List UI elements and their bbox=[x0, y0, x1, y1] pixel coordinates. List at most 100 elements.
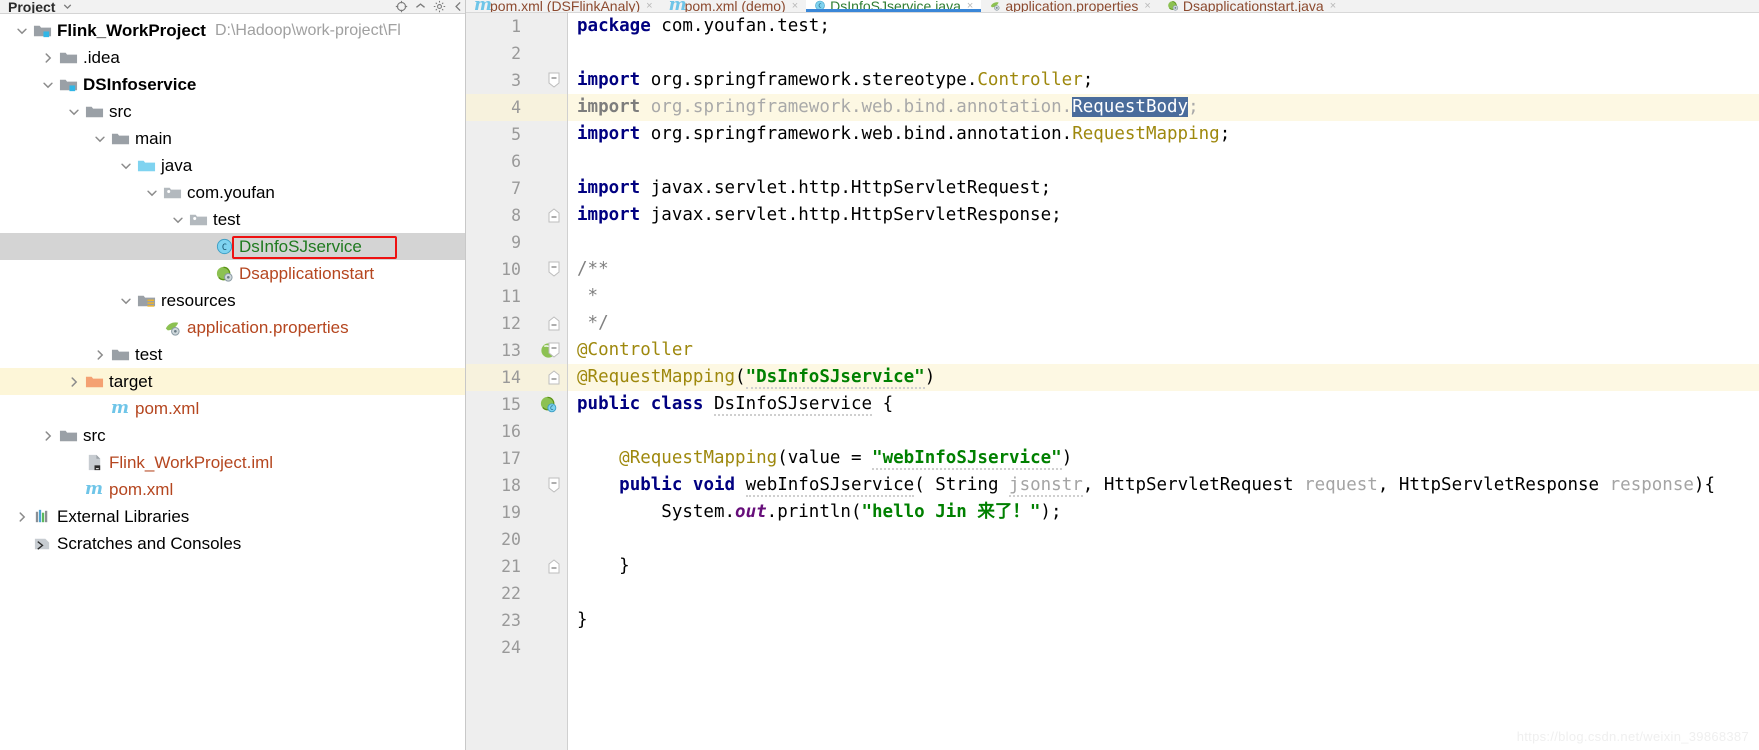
chevron-right-icon[interactable] bbox=[90, 345, 110, 365]
chevron-down-icon[interactable] bbox=[12, 21, 32, 41]
gutter-marker-row[interactable] bbox=[530, 310, 567, 337]
chevron-down-icon[interactable] bbox=[90, 129, 110, 149]
tree-item-flink-workproject-iml[interactable]: Flink_WorkProject.iml bbox=[0, 449, 465, 476]
tree-item-dsinfosjservice[interactable]: C DsInfoSJservice bbox=[0, 233, 465, 260]
project-tree[interactable]: Flink_WorkProject D:\Hadoop\work-project\… bbox=[0, 14, 465, 557]
code-line[interactable]: import org.springframework.web.bind.anno… bbox=[568, 121, 1759, 148]
tree-item-target[interactable]: target bbox=[0, 368, 465, 395]
tree-item-external-libraries[interactable]: External Libraries bbox=[0, 503, 465, 530]
code-line[interactable]: import javax.servlet.http.HttpServletRes… bbox=[568, 202, 1759, 229]
close-icon[interactable]: × bbox=[646, 0, 652, 11]
gutter-marker-row[interactable] bbox=[530, 67, 567, 94]
chevron-down-icon[interactable] bbox=[142, 183, 162, 203]
gutter-marker-row[interactable] bbox=[530, 283, 567, 310]
code-line[interactable]: /** bbox=[568, 256, 1759, 283]
gutter-marker-row[interactable] bbox=[530, 634, 567, 661]
tree-item-java[interactable]: java bbox=[0, 152, 465, 179]
code-line[interactable] bbox=[568, 229, 1759, 256]
gutter-marker-row[interactable] bbox=[530, 580, 567, 607]
editor-tab-dsinfosjservice-java[interactable]: C DsInfoSJservice.java × bbox=[806, 0, 982, 12]
close-icon[interactable]: × bbox=[967, 0, 973, 11]
tree-item-flink-workproject[interactable]: Flink_WorkProject D:\Hadoop\work-project\… bbox=[0, 17, 465, 44]
code-line[interactable]: System.out.println("hello Jin 来了！"); bbox=[568, 499, 1759, 526]
tree-item-scratches-and-consoles[interactable]: Scratches and Consoles bbox=[0, 530, 465, 557]
gutter-marker-row[interactable] bbox=[530, 472, 567, 499]
tree-item-dsinfoservice[interactable]: DSInfoservice bbox=[0, 71, 465, 98]
code-line[interactable] bbox=[568, 634, 1759, 661]
target-icon[interactable] bbox=[395, 0, 408, 13]
code-line[interactable] bbox=[568, 40, 1759, 67]
gutter-marker-row[interactable]: C bbox=[530, 391, 567, 418]
code-line[interactable]: public class DsInfoSJservice { bbox=[568, 391, 1759, 418]
code-line[interactable] bbox=[568, 526, 1759, 553]
code-line[interactable]: public void webInfoSJservice( String jso… bbox=[568, 472, 1759, 499]
code-line[interactable]: * bbox=[568, 283, 1759, 310]
code-line[interactable]: } bbox=[568, 553, 1759, 580]
gutter-marker-row[interactable] bbox=[530, 418, 567, 445]
gutter-marker-row[interactable] bbox=[530, 148, 567, 175]
code-line[interactable] bbox=[568, 580, 1759, 607]
code-line[interactable]: package com.youfan.test; bbox=[568, 13, 1759, 40]
tree-item-resources[interactable]: resources bbox=[0, 287, 465, 314]
code-line[interactable]: @RequestMapping("DsInfoSJservice") bbox=[568, 364, 1759, 391]
code-line[interactable]: @RequestMapping(value = "webInfoSJservic… bbox=[568, 445, 1759, 472]
chevron-right-icon[interactable] bbox=[12, 507, 32, 527]
gutter-marker-row[interactable] bbox=[530, 526, 567, 553]
gutter-marker-row[interactable] bbox=[530, 13, 567, 40]
collapse-all-icon[interactable] bbox=[414, 0, 427, 13]
tree-item-src[interactable]: src bbox=[0, 422, 465, 449]
tree-item-main[interactable]: main bbox=[0, 125, 465, 152]
gutter-marker-row[interactable] bbox=[530, 256, 567, 283]
chevron-down-icon[interactable] bbox=[61, 0, 74, 13]
editor-tab-dsapplicationstart-java[interactable]: Dsapplicationstart.java × bbox=[1159, 0, 1344, 12]
code-line[interactable]: import javax.servlet.http.HttpServletReq… bbox=[568, 175, 1759, 202]
gutter-marker-row[interactable] bbox=[530, 607, 567, 634]
gutter-marker-row[interactable] bbox=[530, 364, 567, 391]
code-line[interactable]: import org.springframework.web.bind.anno… bbox=[568, 94, 1759, 121]
gutter-marker-row[interactable] bbox=[530, 202, 567, 229]
code-fold-toggle-icon[interactable] bbox=[547, 342, 562, 359]
hide-panel-icon[interactable] bbox=[452, 0, 465, 13]
code-fold-toggle-icon[interactable] bbox=[547, 72, 562, 89]
gutter-marker-row[interactable] bbox=[530, 553, 567, 580]
chevron-right-icon[interactable] bbox=[38, 48, 58, 68]
editor-tab-application-properties[interactable]: application.properties × bbox=[981, 0, 1159, 12]
tree-item-application-properties[interactable]: application.properties bbox=[0, 314, 465, 341]
close-icon[interactable]: × bbox=[792, 0, 798, 11]
gutter-markers[interactable]: C bbox=[530, 13, 568, 750]
code-fold-toggle-icon[interactable] bbox=[547, 558, 562, 575]
gutter-marker-row[interactable] bbox=[530, 40, 567, 67]
editor-tab-pom-xml-dsflinkanaly[interactable]: m pom.xml (DSFlinkAnaly) × bbox=[466, 0, 661, 12]
gutter-marker-row[interactable] bbox=[530, 445, 567, 472]
chevron-right-icon[interactable] bbox=[64, 372, 84, 392]
close-icon[interactable]: × bbox=[1330, 0, 1336, 11]
settings-icon[interactable] bbox=[433, 0, 446, 13]
code-fold-toggle-icon[interactable] bbox=[547, 261, 562, 278]
gutter-marker-row[interactable] bbox=[530, 94, 567, 121]
gutter-marker-row[interactable] bbox=[530, 175, 567, 202]
tree-item-com-youfan[interactable]: com.youfan bbox=[0, 179, 465, 206]
close-icon[interactable]: × bbox=[1144, 0, 1150, 11]
spring-mvc-icon[interactable]: C bbox=[539, 395, 558, 414]
chevron-down-icon[interactable] bbox=[116, 291, 136, 311]
gutter-marker-row[interactable] bbox=[530, 337, 567, 364]
gutter-marker-row[interactable] bbox=[530, 229, 567, 256]
code-fold-toggle-icon[interactable] bbox=[547, 315, 562, 332]
tree-item-test[interactable]: test bbox=[0, 341, 465, 368]
code-text[interactable]: package com.youfan.test; import org.spri… bbox=[568, 13, 1759, 750]
code-line[interactable]: import org.springframework.stereotype.Co… bbox=[568, 67, 1759, 94]
tree-item-pom-xml[interactable]: m pom.xml bbox=[0, 476, 465, 503]
code-fold-toggle-icon[interactable] bbox=[547, 369, 562, 386]
code-line[interactable]: } bbox=[568, 607, 1759, 634]
gutter-marker-row[interactable] bbox=[530, 121, 567, 148]
tree-item-pom-xml[interactable]: m pom.xml bbox=[0, 395, 465, 422]
chevron-down-icon[interactable] bbox=[116, 156, 136, 176]
code-line[interactable]: @Controller bbox=[568, 337, 1759, 364]
code-line[interactable]: */ bbox=[568, 310, 1759, 337]
tree-item-test[interactable]: test bbox=[0, 206, 465, 233]
code-line[interactable] bbox=[568, 418, 1759, 445]
chevron-right-icon[interactable] bbox=[38, 426, 58, 446]
code-view[interactable]: 1 2 3 4 5 6 7 8 9 10 11 12 13 14 15 16 17 18 19 20 21 22 23 24 … bbox=[466, 13, 1759, 750]
tree-item-idea[interactable]: .idea bbox=[0, 44, 465, 71]
editor-tab-bar[interactable]: m pom.xml (DSFlinkAnaly) × m pom.xml (demo) ×… bbox=[466, 0, 1759, 13]
